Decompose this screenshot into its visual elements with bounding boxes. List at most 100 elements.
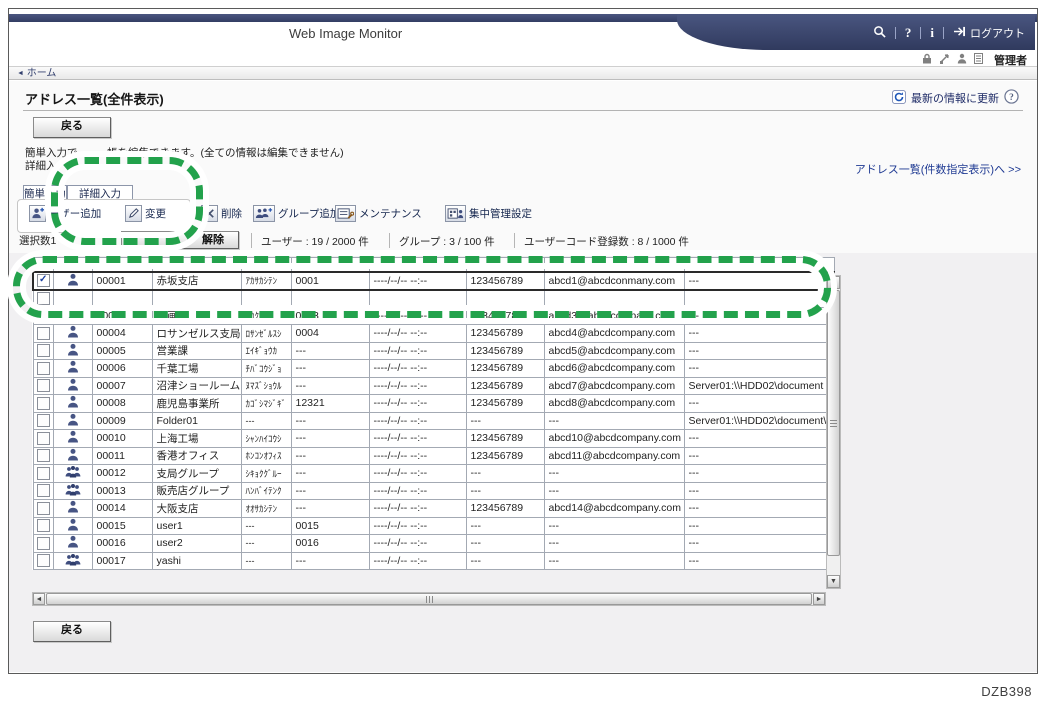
row-checkbox[interactable] (37, 484, 50, 497)
user-count: ユーザー : 19 / 2000 件 (261, 234, 369, 249)
address-table: ✓00001赤坂支店ｱｶｻｶｼﾃﾝ0001----/--/-- --:--123… (32, 257, 835, 570)
row-checkbox[interactable] (37, 554, 50, 567)
row-checkbox[interactable] (37, 537, 50, 550)
group-count: グループ : 3 / 100 件 (399, 234, 495, 249)
folder-path: --- (684, 360, 834, 378)
user-code: 0001 (291, 272, 369, 290)
table-row[interactable]: 00015user1---0015----/--/-- --:---------… (33, 517, 834, 535)
central-mgmt-button[interactable]: 集中管理設定 (445, 205, 532, 222)
registration-number: 00006 (92, 360, 152, 378)
last-used-date: ----/--/-- --:-- (369, 535, 466, 553)
usercode-count: ユーザーコード登録数 : 8 / 1000 件 (524, 234, 689, 249)
row-checkbox[interactable] (37, 292, 50, 305)
user-code: --- (291, 447, 369, 465)
scroll-up-arrow[interactable]: ▲ (827, 276, 840, 289)
table-row[interactable]: 00007沼津ショールームﾇﾏｽﾞｼｮｳﾙ-------/--/-- --:--… (33, 377, 834, 395)
row-checkbox[interactable] (37, 414, 50, 427)
fax-number: 123456789 (466, 395, 544, 413)
row-checkbox[interactable] (37, 502, 50, 515)
row-checkbox[interactable] (37, 467, 50, 480)
scroll-left-arrow[interactable]: ◄ (33, 593, 45, 605)
count-view-link[interactable]: アドレス一覧(件数指定表示)へ >> (855, 161, 1021, 177)
add-group-button[interactable]: グループ追加 (253, 205, 340, 222)
registration-number: 00016 (92, 535, 152, 553)
vertical-scroll-thumb[interactable] (827, 290, 840, 556)
table-row[interactable]: 00012支局グループｼｷｮｸｸﾞﾙｰ-------/--/-- --:----… (33, 465, 834, 483)
table-row[interactable]: 00014大阪支店ｵｵｻｶｼﾃﾝ-------/--/-- --:--12345… (33, 500, 834, 518)
logout-link[interactable]: ログアウト (970, 25, 1025, 41)
row-checkbox-checked[interactable]: ✓ (37, 274, 50, 287)
table-header-row (33, 258, 834, 272)
folder-path: --- (684, 482, 834, 500)
registration-number: 00003 (92, 307, 152, 325)
user-icon (67, 273, 79, 286)
entry-name: 千葉工場 (152, 360, 241, 378)
vertical-scrollbar[interactable]: ▲ ▼ (826, 275, 841, 589)
row-checkbox[interactable] (37, 327, 50, 340)
user-code: 0004 (291, 325, 369, 343)
horizontal-scrollbar[interactable]: ◄ ► (32, 592, 826, 606)
scroll-right-arrow[interactable]: ► (813, 593, 825, 605)
row-checkbox[interactable] (37, 432, 50, 445)
change-button[interactable]: 変更 (125, 205, 166, 222)
table-row[interactable] (33, 290, 834, 308)
table-row[interactable]: 00016user2---0016----/--/-- --:---------… (33, 535, 834, 553)
entry-kana: ﾁﾊﾞｺｳｼﾞｮ (241, 360, 291, 378)
scroll-down-arrow[interactable]: ▼ (827, 575, 840, 588)
table-row[interactable]: 00004ロサンゼルス支局ﾛｻﾝｾﾞﾙｽｼ0004----/--/-- --:-… (33, 325, 834, 343)
user-icon (67, 325, 79, 338)
maintenance-button[interactable]: メンテナンス (335, 205, 422, 222)
breadcrumb-home-link[interactable]: ホーム (27, 68, 57, 79)
row-checkbox[interactable] (37, 519, 50, 532)
info-link[interactable]: i (930, 25, 934, 41)
row-checkbox[interactable] (37, 397, 50, 410)
entry-type-icon-cell (53, 482, 92, 500)
row-checkbox[interactable] (37, 309, 50, 322)
table-row[interactable]: 00010上海工場ｼｬﾝﾊｲｺｳｼ-------/--/-- --:--1234… (33, 430, 834, 448)
email-address: abcd14@abcdcompany.com (544, 500, 684, 518)
back-button-bottom[interactable]: 戻る (33, 621, 111, 642)
registration-number: 00017 (92, 552, 152, 570)
table-row[interactable]: 00003企画課ｷｶｸｶ0003----/--/-- --:--12345678… (33, 307, 834, 325)
table-row[interactable]: ✓00001赤坂支店ｱｶｻｶｼﾃﾝ0001----/--/-- --:--123… (33, 272, 834, 290)
table-row[interactable]: 00005営業課ｴｲｷﾞｮｳｶ-------/--/-- --:--123456… (33, 342, 834, 360)
help-link[interactable]: ? (905, 25, 912, 41)
page-help-icon[interactable]: ? (1004, 89, 1019, 107)
refresh-icon[interactable] (892, 90, 906, 107)
horizontal-scroll-thumb[interactable] (46, 593, 812, 605)
entry-name: 営業課 (152, 342, 241, 360)
address-table-container: ✓00001赤坂支店ｱｶｻｶｼﾃﾝ0001----/--/-- --:--123… (32, 257, 835, 570)
entry-name: ロサンゼルス支局 (152, 325, 241, 343)
window-frame: ? i ログアウト Web Image Monitor 管理者 ◄ ホーム (8, 8, 1038, 674)
add-user-button[interactable]: ーザー追加 (29, 205, 101, 222)
row-checkbox[interactable] (37, 379, 50, 392)
back-button-top[interactable]: 戻る (33, 117, 111, 138)
table-row[interactable]: 00011香港オフィスﾎﾝｺﾝｵﾌｨｽ-------/--/-- --:--12… (33, 447, 834, 465)
row-checkbox[interactable] (37, 449, 50, 462)
entry-name: user2 (152, 535, 241, 553)
row-checkbox[interactable] (37, 362, 50, 375)
table-row[interactable]: 00009Folder01----------/--/-- --:-------… (33, 412, 834, 430)
folder-path: --- (684, 552, 834, 570)
search-icon[interactable] (873, 25, 886, 41)
entry-type-icon-cell (53, 412, 92, 430)
folder-path: Server01:\\HDD02\document\ (684, 412, 834, 430)
deselect-button[interactable]: 解除 (121, 231, 239, 249)
entry-kana: --- (241, 412, 291, 430)
last-used-date: ----/--/-- --:-- (369, 377, 466, 395)
refresh-link[interactable]: 最新の情報に更新 (911, 90, 999, 106)
entry-name: yashi (152, 552, 241, 570)
last-used-date: ----/--/-- --:-- (369, 465, 466, 483)
table-row[interactable]: 00006千葉工場ﾁﾊﾞｺｳｼﾞｮ-------/--/-- --:--1234… (33, 360, 834, 378)
delete-button[interactable]: 削除 (201, 205, 242, 222)
page-title: アドレス一覧(全件表示) (25, 89, 164, 108)
fax-number: 123456789 (466, 500, 544, 518)
entry-name: 企画課 (152, 307, 241, 325)
top-nav-block: ? i ログアウト (677, 14, 1035, 50)
table-row[interactable]: 00008鹿児島事業所ｶｺﾞｼﾏｼﾞｷﾞ12321----/--/-- --:-… (33, 395, 834, 413)
row-checkbox[interactable] (37, 344, 50, 357)
table-row[interactable]: 00017yashi----------/--/-- --:----------… (33, 552, 834, 570)
table-row[interactable]: 00013販売店グループﾊﾝﾊﾞｲﾃﾝｸ-------/--/-- --:---… (33, 482, 834, 500)
folder-path: --- (684, 517, 834, 535)
fax-number: --- (466, 535, 544, 553)
